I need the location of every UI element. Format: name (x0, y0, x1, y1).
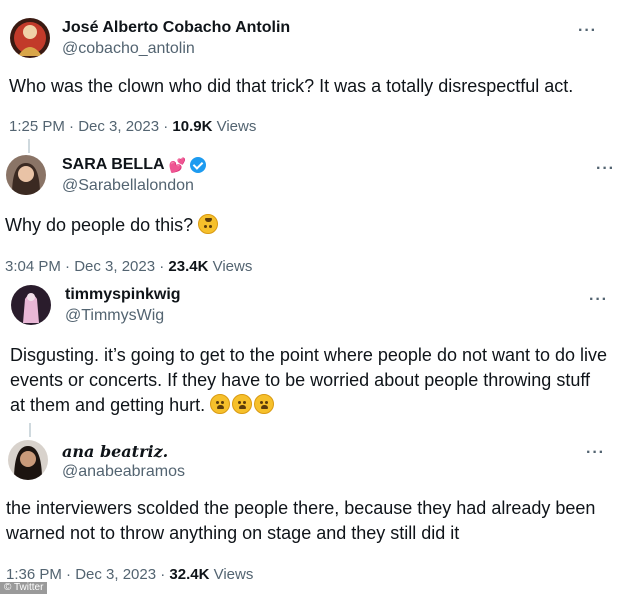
more-options-icon[interactable]: ··· (589, 292, 608, 308)
display-name[interactable]: timmyspinkwig (65, 286, 181, 304)
tweet-meta: 1:25 PM · Dec 3, 2023 · 10.9K Views (9, 118, 256, 135)
tweet-timestamp[interactable]: 3:04 PM · Dec 3, 2023 · (5, 258, 168, 275)
avatar[interactable] (11, 285, 51, 325)
views-label: Views (209, 566, 254, 583)
tweet-meta: 3:04 PM · Dec 3, 2023 · 23.4K Views (5, 258, 252, 275)
avatar-image-icon (6, 155, 46, 195)
avatar-image-icon (10, 18, 50, 58)
tweet-text: the interviewers scolded the people ther… (6, 498, 596, 543)
more-options-icon[interactable]: ··· (578, 23, 597, 39)
tweet-timestamp[interactable]: 1:36 PM · Dec 3, 2023 · (6, 566, 169, 583)
avatar-image-icon (8, 440, 48, 480)
display-name[interactable]: José Alberto Cobacho Antolin (62, 19, 290, 37)
avatar[interactable] (6, 155, 46, 195)
avatar[interactable] (8, 440, 48, 480)
display-name-text: ana beatriz. (62, 442, 169, 461)
views-label: Views (208, 258, 253, 275)
tweet-text-content: Disgusting. it’s going to get to the poi… (10, 345, 608, 415)
user-handle[interactable]: @anabeabramos (62, 463, 185, 481)
display-name[interactable]: ana beatriz. (62, 442, 168, 461)
verified-badge-icon (189, 157, 206, 173)
view-count: 32.4K (169, 566, 210, 583)
tweet-1: José Alberto Cobacho Antolin @cobacho_an… (0, 0, 620, 140)
avatar-image-icon (11, 285, 51, 325)
tweet-4: ana beatriz. @anabeabramos ··· the inter… (0, 430, 620, 590)
view-count: 23.4K (168, 258, 209, 275)
avatar[interactable] (10, 18, 50, 58)
tweet-text: Disgusting. it’s going to get to the poi… (10, 343, 610, 418)
hearts-emoji: 💕 (168, 156, 186, 173)
tweet-text: Who was the clown who did that trick? It… (9, 76, 574, 96)
view-count: 10.9K (172, 118, 213, 135)
display-name-text: timmyspinkwig (65, 286, 181, 303)
views-label: Views (212, 118, 257, 135)
weary-face-icon (254, 394, 275, 414)
tweet-text: Why do people do this? (5, 213, 605, 238)
weary-face-icon (232, 394, 253, 414)
more-options-icon[interactable]: ··· (596, 161, 615, 177)
display-name-text: SARA BELLA (62, 156, 165, 173)
user-handle[interactable]: @TimmysWig (65, 307, 164, 325)
tweet-2: SARA BELLA 💕 @Sarabellalondon ··· Why do… (0, 140, 620, 280)
display-name[interactable]: SARA BELLA 💕 (62, 156, 206, 174)
more-options-icon[interactable]: ··· (586, 445, 605, 461)
tweet-text-content: Why do people do this? (5, 215, 199, 235)
user-handle[interactable]: @cobacho_antolin (62, 40, 195, 58)
tweet-3: timmyspinkwig @TimmysWig ··· Disgusting.… (0, 280, 620, 430)
display-name-text: José Alberto Cobacho Antolin (62, 19, 291, 36)
twitter-watermark: © Twitter (0, 582, 48, 594)
tweet-timestamp[interactable]: 1:25 PM · Dec 3, 2023 · (9, 118, 172, 135)
upside-down-face-icon (198, 214, 219, 234)
weary-face-icon (210, 394, 231, 414)
tweet-meta: 1:36 PM · Dec 3, 2023 · 32.4K Views (6, 566, 253, 583)
user-handle[interactable]: @Sarabellalondon (62, 177, 194, 195)
